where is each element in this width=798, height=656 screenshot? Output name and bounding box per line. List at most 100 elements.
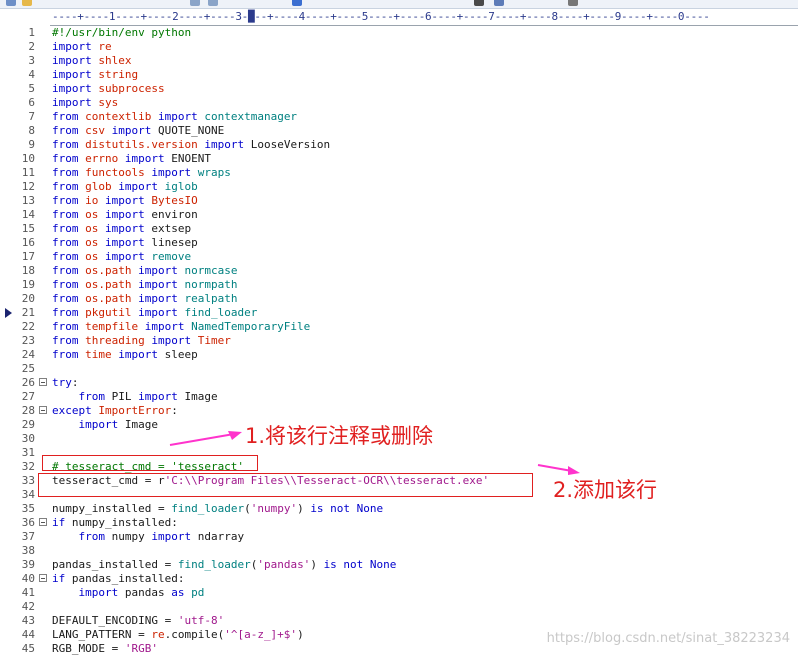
code-text: from threading import Timer (52, 334, 231, 348)
line-number: 18 (21, 264, 35, 277)
code-line[interactable]: 2 import re (0, 40, 798, 54)
code-line[interactable]: 38 (0, 544, 798, 558)
fold-toggle-icon[interactable] (39, 378, 47, 386)
code-line[interactable]: 39 pandas_installed = find_loader('pandas… (0, 558, 798, 572)
code-text: from os import environ (52, 208, 198, 222)
toolbar-open-icon[interactable] (22, 0, 32, 6)
code-text: if pandas_installed: (52, 572, 184, 586)
line-number: 27 (21, 390, 35, 403)
code-token: import (144, 530, 198, 543)
toolbar-settings-icon[interactable] (568, 0, 578, 6)
code-token: pd (191, 586, 205, 599)
code-token: pandas_installed: (71, 572, 185, 585)
code-line[interactable]: 43 DEFAULT_ENCODING = 'utf-8' (0, 614, 798, 628)
code-token: pandas (124, 586, 172, 599)
code-line[interactable]: 14 from os import environ (0, 208, 798, 222)
code-line[interactable]: 23 from threading import Timer (0, 334, 798, 348)
code-token: import (98, 208, 152, 221)
line-number: 7 (28, 110, 35, 123)
code-line[interactable]: 36 if numpy_installed: (0, 516, 798, 530)
code-token: os.path (85, 278, 132, 291)
code-line[interactable]: 41 import pandas as pd (0, 586, 798, 600)
code-line[interactable]: 22 from tempfile import NamedTemporaryFil… (0, 320, 798, 334)
toolbar-view-icon[interactable] (494, 0, 504, 6)
code-line[interactable]: 5 import subprocess (0, 82, 798, 96)
code-line[interactable]: 3 import shlex (0, 54, 798, 68)
fold-toggle-icon[interactable] (39, 518, 47, 526)
code-line[interactable]: 10 from errno import ENOENT (0, 152, 798, 166)
code-line[interactable]: 27 from PIL import Image (0, 390, 798, 404)
code-token: ENOENT (171, 152, 211, 165)
code-token: Image (124, 418, 158, 431)
code-line[interactable]: 25 (0, 362, 798, 376)
line-number: 21 (21, 306, 35, 319)
line-number: 19 (21, 278, 35, 291)
code-token: import (131, 264, 185, 277)
toolbar-undo-icon[interactable] (190, 0, 200, 6)
code-line[interactable]: 17 from os import remove (0, 250, 798, 264)
code-line[interactable]: 35 numpy_installed = find_loader('numpy')… (0, 502, 798, 516)
code-line[interactable]: 21 from pkgutil import find_loader (0, 306, 798, 320)
code-line[interactable]: 12 from glob import iglob (0, 180, 798, 194)
code-token: os (85, 236, 99, 249)
code-line[interactable]: 11 from functools import wraps (0, 166, 798, 180)
code-line[interactable]: 28 except ImportError: (0, 404, 798, 418)
fold-toggle-icon[interactable] (39, 574, 47, 582)
toolbar-redo-icon[interactable] (208, 0, 218, 6)
code-token: os (85, 222, 99, 235)
code-line[interactable]: 6 import sys (0, 96, 798, 110)
code-line[interactable]: 24 from time import sleep (0, 348, 798, 362)
code-token: os (85, 250, 99, 263)
code-text: from distutils.version import LooseVersi… (52, 138, 330, 152)
fold-toggle-icon[interactable] (39, 406, 47, 414)
code-line[interactable]: 26 try: (0, 376, 798, 390)
code-token: io (85, 194, 99, 207)
code-text: except ImportError: (52, 404, 178, 418)
code-line[interactable]: 20 from os.path import realpath (0, 292, 798, 306)
code-token: is not None (310, 502, 384, 515)
code-text: from glob import iglob (52, 180, 198, 194)
code-line[interactable]: 42 (0, 600, 798, 614)
code-token: except (52, 404, 99, 417)
code-token: pkgutil (85, 306, 132, 319)
code-line[interactable]: 19 from os.path import normpath (0, 278, 798, 292)
comment-line-highlight-box (42, 455, 258, 471)
code-line[interactable]: 40 if pandas_installed: (0, 572, 798, 586)
code-text: import sys (52, 96, 118, 110)
code-token: ImportError (98, 404, 172, 417)
code-line[interactable]: 9 from distutils.version import LooseVers… (0, 138, 798, 152)
code-text: #!/usr/bin/env python (52, 26, 191, 40)
code-line[interactable]: 37 from numpy import ndarray (0, 530, 798, 544)
column-ruler: ----+----1----+----2----+----3-█--+----4… (50, 9, 798, 26)
code-token: ) (297, 502, 311, 515)
code-token: import (138, 320, 192, 333)
toolbar-format-icon[interactable] (474, 0, 484, 6)
code-line[interactable]: 15 from os import extsep (0, 222, 798, 236)
code-line[interactable]: 1 #!/usr/bin/env python (0, 26, 798, 40)
code-line[interactable]: 13 from io import BytesIO (0, 194, 798, 208)
code-text: from csv import QUOTE_NONE (52, 124, 224, 138)
code-line[interactable]: 8 from csv import QUOTE_NONE (0, 124, 798, 138)
code-line[interactable]: 16 from os import linesep (0, 236, 798, 250)
code-editor[interactable]: 1 #!/usr/bin/env python 2 import re 3 import … (0, 26, 798, 656)
code-token: from (52, 110, 86, 123)
code-text: from errno import ENOENT (52, 152, 211, 166)
line-number: 22 (21, 320, 35, 333)
toolbar-save-icon[interactable] (6, 0, 16, 6)
line-number: 31 (21, 446, 35, 459)
code-line[interactable]: 7 from contextlib import contextmanager (0, 110, 798, 124)
code-token: if (52, 572, 72, 585)
code-token: csv (85, 124, 105, 137)
line-number: 14 (21, 208, 35, 221)
code-text: DEFAULT_ENCODING = 'utf-8' (52, 614, 224, 628)
code-token: numpy_installed = (52, 502, 172, 515)
code-text: from os.path import normcase (52, 264, 237, 278)
toolbar-run-icon[interactable] (292, 0, 302, 6)
line-number: 2 (28, 40, 35, 53)
code-line[interactable]: 4 import string (0, 68, 798, 82)
code-token: import (144, 166, 198, 179)
code-text: try: (52, 376, 79, 390)
code-token: '^[a-z_]+$' (224, 628, 298, 641)
code-token: #!/usr/bin/env python (52, 26, 192, 39)
code-line[interactable]: 18 from os.path import normcase (0, 264, 798, 278)
